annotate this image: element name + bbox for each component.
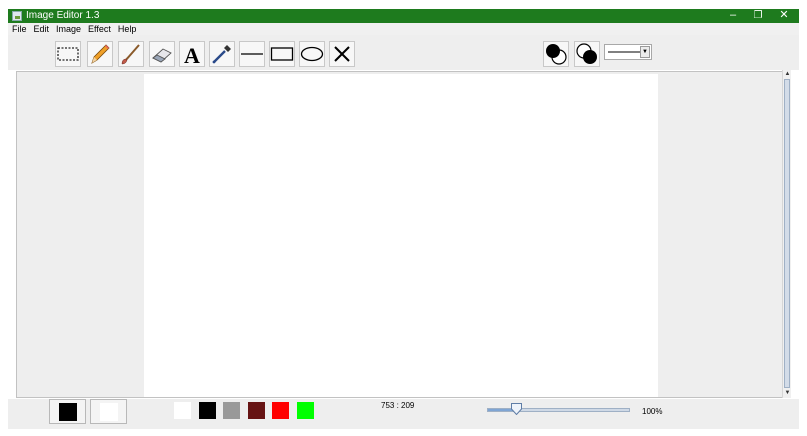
menu-image[interactable]: Image	[53, 23, 84, 35]
text-tool-button[interactable]: A	[179, 41, 205, 67]
zoom-level: 100%	[642, 407, 663, 416]
palette-swatch[interactable]	[272, 402, 289, 419]
select-tool-button[interactable]	[55, 41, 81, 67]
primary-color-swatch	[59, 403, 77, 421]
rectangle-icon	[270, 47, 294, 61]
secondary-color-box[interactable]	[90, 399, 127, 424]
vertical-scrollbar[interactable]: ▲ ▼	[782, 70, 791, 398]
pencil-icon	[91, 44, 110, 64]
zoom-slider-thumb[interactable]	[510, 403, 522, 415]
scroll-up-icon[interactable]: ▲	[783, 70, 792, 78]
svg-text:A: A	[184, 43, 200, 66]
cursor-coordinates: 753 : 209	[381, 401, 415, 410]
ellipse-tool-button[interactable]	[299, 41, 325, 67]
palette-swatch[interactable]	[248, 402, 265, 419]
scroll-down-icon[interactable]: ▼	[783, 389, 792, 397]
eraser-tool-button[interactable]	[149, 41, 175, 67]
zoom-slider[interactable]	[487, 403, 630, 415]
canvas-viewport	[16, 71, 784, 398]
ellipse-icon	[300, 46, 324, 62]
fill-outline-icon	[546, 44, 567, 65]
fill-background-button[interactable]	[574, 41, 600, 67]
menu-effect[interactable]: Effect	[85, 23, 114, 35]
window-title: Image Editor 1.3	[26, 10, 100, 21]
pencil-tool-button[interactable]	[87, 41, 113, 67]
color-picker-tool-button[interactable]	[209, 41, 235, 67]
palette-swatch[interactable]	[199, 402, 216, 419]
menu-file[interactable]: File	[9, 23, 30, 35]
chevron-down-icon: ▼	[640, 46, 650, 58]
brush-icon	[121, 44, 140, 65]
brush-tool-button[interactable]	[118, 41, 144, 67]
menu-edit[interactable]: Edit	[31, 23, 53, 35]
clear-tool-button[interactable]	[329, 41, 355, 67]
eyedropper-icon	[212, 45, 231, 64]
line-style-icon	[608, 51, 640, 53]
eraser-icon	[152, 48, 172, 63]
minimize-icon[interactable]: –	[720, 9, 746, 23]
rectangle-select-icon	[57, 47, 79, 61]
title-bar: Image Editor 1.3 – ❐ ✕	[8, 9, 799, 23]
secondary-color-swatch	[100, 403, 118, 421]
close-icon[interactable]: ✕	[771, 9, 797, 23]
app-icon	[12, 11, 22, 21]
restore-icon[interactable]: ❐	[745, 9, 771, 23]
rectangle-tool-button[interactable]	[269, 41, 295, 67]
fill-foreground-button[interactable]	[543, 41, 569, 67]
line-style-dropdown[interactable]: ▼	[604, 44, 652, 60]
menu-bar: File Edit Image Effect Help	[8, 23, 799, 35]
outline-fill-icon	[576, 43, 597, 64]
palette-swatch[interactable]	[223, 402, 240, 419]
x-icon	[334, 46, 350, 62]
palette-swatch[interactable]	[297, 402, 314, 419]
drawing-canvas[interactable]	[144, 74, 658, 397]
primary-color-box[interactable]	[49, 399, 86, 424]
line-icon	[241, 53, 263, 55]
toolbar: A ▼	[8, 35, 799, 70]
scroll-thumb[interactable]	[784, 79, 790, 388]
palette-swatch[interactable]	[174, 402, 191, 419]
status-bar: 753 : 209 100%	[8, 399, 799, 429]
line-tool-button[interactable]	[239, 41, 265, 67]
menu-help[interactable]: Help	[115, 23, 140, 35]
text-icon: A	[184, 43, 200, 66]
